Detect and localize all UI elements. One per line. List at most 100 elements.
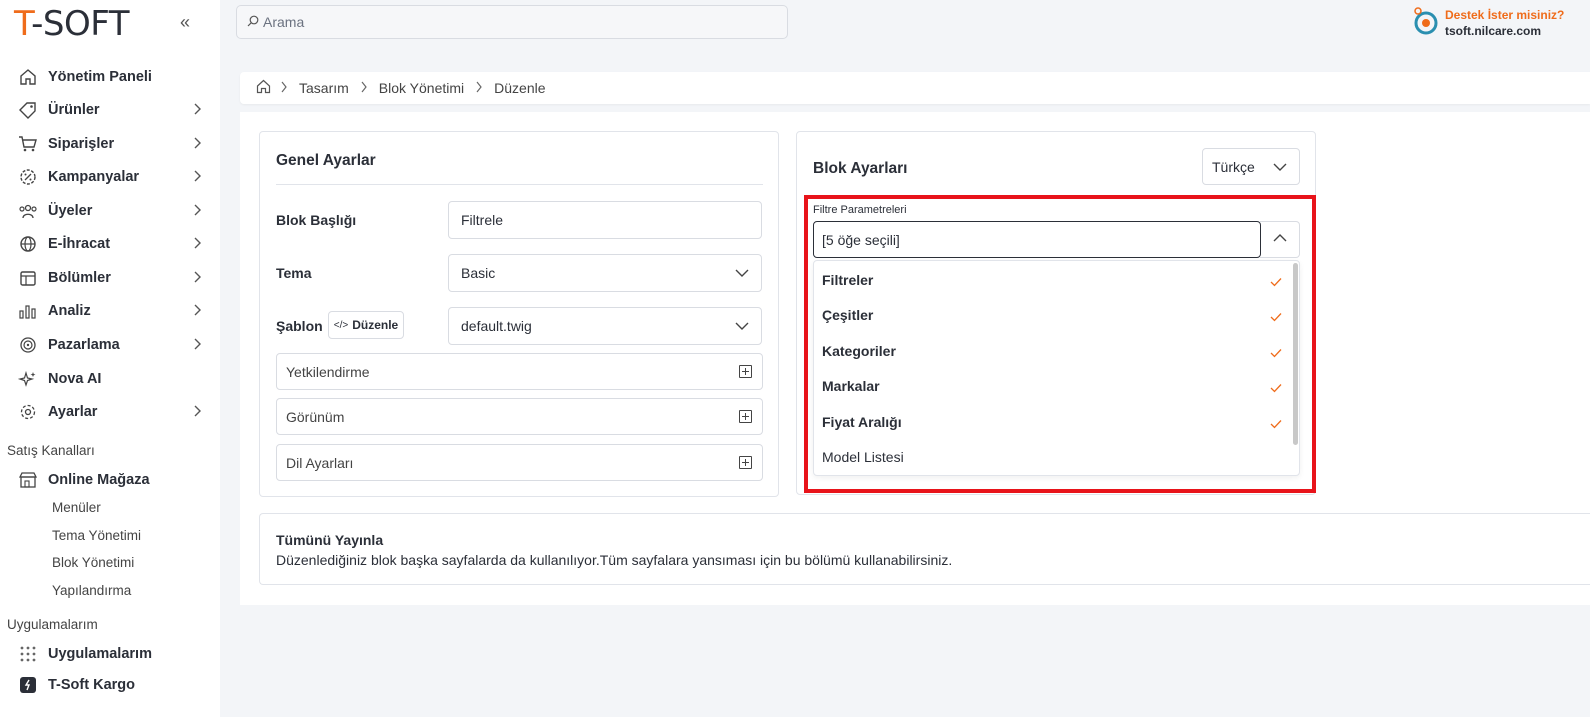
- expand-icon: [739, 410, 752, 423]
- expand-icon: [739, 365, 752, 378]
- options-scrollbar[interactable]: [1293, 263, 1298, 445]
- gear-icon: [18, 402, 38, 422]
- check-icon: [1270, 345, 1282, 361]
- filter-parameters-label: Filtre Parametreleri: [813, 204, 907, 216]
- search-icon: [247, 14, 259, 30]
- template-label: Şablon: [276, 318, 323, 334]
- template-select[interactable]: default.twig: [448, 307, 762, 345]
- sidebar-item-my-apps[interactable]: Uygulamalarım: [18, 639, 208, 669]
- option-categories[interactable]: Kategoriler: [822, 334, 1282, 368]
- publish-all-title[interactable]: Tümünü Yayınla: [276, 532, 383, 548]
- home-icon[interactable]: [256, 79, 271, 97]
- option-model-list[interactable]: Model Listesi: [822, 440, 1282, 474]
- check-icon: [1270, 274, 1282, 290]
- filter-options-list: Filtreler Çeşitler Kategoriler Markalar …: [813, 260, 1300, 476]
- chevron-right-icon: [192, 270, 202, 287]
- chevron-down-icon: [1273, 160, 1287, 177]
- sidebar-item-online-store[interactable]: Online Mağaza: [18, 465, 208, 495]
- breadcrumb-design[interactable]: Tasarım: [299, 80, 349, 96]
- breadcrumb-edit: Düzenle: [494, 80, 546, 96]
- tag-icon: [18, 100, 38, 120]
- check-icon: [1270, 309, 1282, 325]
- sidebar-item-orders[interactable]: Siparişler: [18, 129, 208, 159]
- chevron-right-icon: [192, 337, 202, 354]
- support-url[interactable]: tsoft.nilcare.com: [1445, 24, 1564, 38]
- chevron-right-icon: [192, 236, 202, 253]
- sections-icon: [18, 268, 38, 288]
- theme-label: Tema: [276, 265, 312, 281]
- option-price-range[interactable]: Fiyat Aralığı: [822, 405, 1282, 439]
- expand-icon: [739, 456, 752, 469]
- search-input[interactable]: Arama: [236, 5, 788, 39]
- cargo-icon: [18, 675, 38, 695]
- chevron-right-icon: [279, 80, 289, 96]
- chevron-right-icon: [192, 102, 202, 119]
- sidebar-item-tsoft-cargo[interactable]: T-Soft Kargo: [18, 670, 208, 700]
- chevron-right-icon: [474, 80, 484, 96]
- code-icon: </>: [333, 319, 349, 331]
- sparkle-icon: [18, 369, 38, 389]
- sidebar-sub-menus[interactable]: Menüler: [52, 500, 101, 515]
- option-filters[interactable]: Filtreler: [822, 263, 1282, 297]
- filter-parameters-multiselect[interactable]: [5 öğe seçili]: [813, 221, 1261, 258]
- cart-icon: [18, 134, 38, 154]
- sidebar-item-dashboard[interactable]: Yönetim Paneli: [18, 62, 208, 92]
- general-settings-title: Genel Ayarlar: [276, 152, 376, 169]
- sidebar-item-campaigns[interactable]: Kampanyalar: [18, 162, 208, 192]
- general-settings-card: Genel Ayarlar Blok Başlığı Filtrele Tema…: [259, 131, 779, 497]
- sidebar-item-export[interactable]: E-İhracat: [18, 229, 208, 259]
- apps-grid-icon: [18, 644, 38, 664]
- divider: [276, 184, 763, 185]
- option-brands[interactable]: Markalar: [822, 369, 1282, 403]
- sidebar-item-nova-ai[interactable]: Nova AI: [18, 364, 208, 394]
- breadcrumb-block-management[interactable]: Blok Yönetimi: [379, 80, 464, 96]
- analytics-icon: [18, 301, 38, 321]
- language-select[interactable]: Türkçe: [1202, 148, 1300, 185]
- edit-template-button[interactable]: </> Düzenle: [328, 311, 404, 339]
- discount-icon: [18, 167, 38, 187]
- chevron-right-icon: [192, 136, 202, 153]
- search-placeholder: Arama: [263, 14, 305, 30]
- multiselect-toggle-button[interactable]: [1260, 221, 1300, 258]
- chevron-down-icon: [735, 266, 749, 283]
- sidebar-item-marketing[interactable]: Pazarlama: [18, 330, 208, 360]
- sales-channels-title: Satış Kanalları: [7, 443, 95, 458]
- sidebar-sub-configuration[interactable]: Yapılandırma: [52, 583, 131, 598]
- sidebar-sub-theme-management[interactable]: Tema Yönetimi: [52, 528, 141, 543]
- language-settings-section[interactable]: Dil Ayarları: [276, 444, 763, 481]
- block-title-label: Blok Başlığı: [276, 212, 357, 228]
- theme-select[interactable]: Basic: [448, 254, 762, 292]
- chevron-right-icon: [192, 404, 202, 421]
- chevron-right-icon: [192, 169, 202, 186]
- sidebar-item-members[interactable]: Üyeler: [18, 196, 208, 226]
- apps-title: Uygulamalarım: [7, 617, 98, 632]
- template-value: default.twig: [461, 318, 532, 334]
- sidebar-item-analytics[interactable]: Analiz: [18, 296, 208, 326]
- chevron-right-icon: [359, 80, 369, 96]
- appearance-section[interactable]: Görünüm: [276, 398, 763, 435]
- store-icon: [18, 470, 38, 490]
- target-icon: [18, 335, 38, 355]
- authorization-section[interactable]: Yetkilendirme: [276, 353, 763, 390]
- option-variants[interactable]: Çeşitler: [822, 298, 1282, 332]
- chevron-right-icon: [192, 303, 202, 320]
- t-soft-logo[interactable]: T-SOFT: [14, 4, 129, 44]
- support-widget[interactable]: Destek İster misiniz? tsoft.nilcare.com: [1413, 6, 1564, 39]
- check-icon: [1270, 416, 1282, 432]
- sidebar-item-settings[interactable]: Ayarlar: [18, 397, 208, 427]
- chevron-right-icon: [192, 203, 202, 220]
- sidebar-sub-block-management[interactable]: Blok Yönetimi: [52, 555, 134, 570]
- block-title-input[interactable]: Filtrele: [448, 201, 762, 239]
- check-icon: [1270, 380, 1282, 396]
- breadcrumb: Tasarım Blok Yönetimi Düzenle: [240, 72, 1590, 104]
- sidebar-item-products[interactable]: Ürünler: [18, 95, 208, 125]
- publish-all-panel: Tümünü Yayınla Düzenlediğiniz blok başka…: [259, 513, 1590, 585]
- collapse-sidebar-button[interactable]: «: [180, 12, 190, 33]
- theme-value: Basic: [461, 265, 496, 281]
- chevron-down-icon: [735, 319, 749, 336]
- publish-all-description: Düzenlediğiniz blok başka sayfalarda da …: [276, 552, 953, 568]
- users-icon: [18, 201, 38, 221]
- support-title: Destek İster misiniz?: [1445, 7, 1565, 22]
- home-icon: [18, 67, 38, 87]
- sidebar-item-sections[interactable]: Bölümler: [18, 263, 208, 293]
